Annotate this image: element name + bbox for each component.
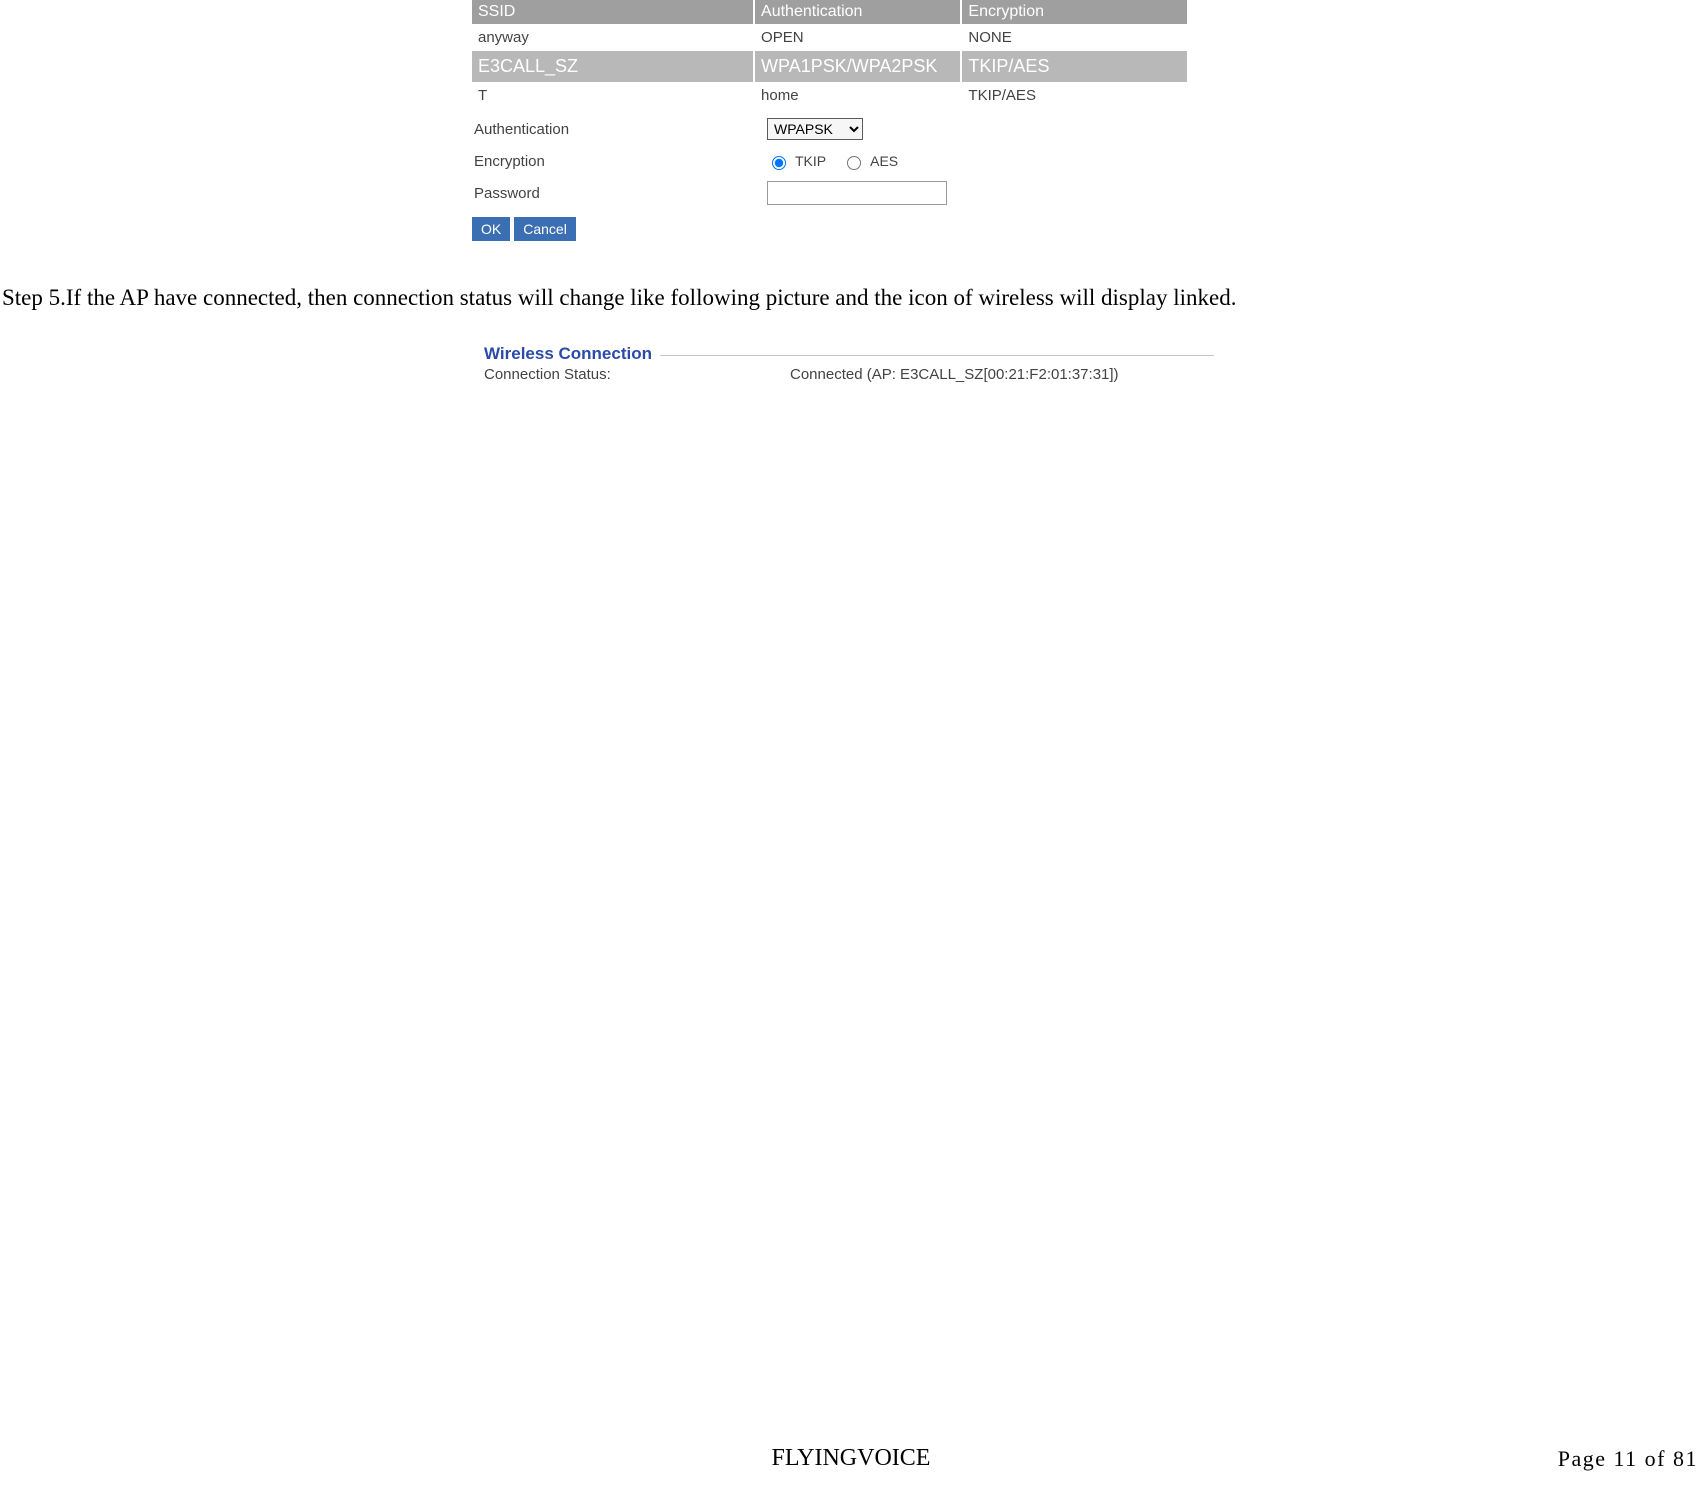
- fieldset-rule-icon: [660, 355, 1214, 356]
- password-row: Password: [472, 177, 1187, 209]
- cell-ssid: T: [472, 82, 754, 109]
- footer-page: Page 11 of 81: [1558, 1446, 1698, 1472]
- table-row[interactable]: T home TKIP/AES: [472, 82, 1187, 109]
- encryption-row: Encryption TKIP AES: [472, 145, 1187, 177]
- cell-ssid: anyway: [472, 24, 754, 51]
- footer-brand: FLYINGVOICE: [772, 1445, 931, 1472]
- cancel-button[interactable]: Cancel: [514, 217, 576, 241]
- connection-status-value: Connected (AP: E3CALL_SZ[00:21:F2:01:37:…: [790, 366, 1119, 383]
- encryption-radio-aes-label: AES: [870, 153, 898, 169]
- password-label: Password: [472, 185, 767, 202]
- ap-config-panel: SSID Authentication Encryption anyway OP…: [472, 0, 1192, 241]
- authentication-label: Authentication: [472, 121, 767, 138]
- col-header-enc: Encryption: [961, 0, 1187, 24]
- table-header-row: SSID Authentication Encryption: [472, 0, 1187, 24]
- connection-status-label: Connection Status:: [484, 366, 790, 383]
- encryption-radio-aes[interactable]: [847, 156, 861, 170]
- password-input[interactable]: [767, 181, 947, 205]
- cell-auth: home: [754, 82, 961, 109]
- cell-enc: TKIP/AES: [961, 51, 1187, 82]
- cell-enc: NONE: [961, 24, 1187, 51]
- encryption-radio-tkip-label: TKIP: [795, 153, 826, 169]
- cell-enc: TKIP/AES: [961, 82, 1187, 109]
- col-header-ssid: SSID: [472, 0, 754, 24]
- encryption-radio-tkip[interactable]: [772, 156, 786, 170]
- form-button-row: OK Cancel: [472, 217, 1187, 241]
- encryption-label: Encryption: [472, 153, 767, 170]
- ap-list-table: SSID Authentication Encryption anyway OP…: [472, 0, 1187, 109]
- step5-paragraph: Step 5.If the AP have connected, then co…: [0, 282, 1702, 313]
- cell-auth: OPEN: [754, 24, 961, 51]
- authentication-select[interactable]: WPAPSK: [767, 118, 863, 140]
- col-header-auth: Authentication: [754, 0, 961, 24]
- wireless-connection-status: Wireless Connection Connection Status: C…: [484, 344, 1214, 383]
- table-row[interactable]: E3CALL_SZ WPA1PSK/WPA2PSK TKIP/AES: [472, 51, 1187, 82]
- authentication-row: Authentication WPAPSK: [472, 113, 1187, 145]
- wireless-connection-legend: Wireless Connection: [484, 344, 652, 364]
- table-row[interactable]: anyway OPEN NONE: [472, 24, 1187, 51]
- ok-button[interactable]: OK: [472, 217, 510, 241]
- ap-settings-form: Authentication WPAPSK Encryption TKIP AE…: [472, 113, 1187, 241]
- cell-ssid: E3CALL_SZ: [472, 51, 754, 82]
- page-footer: FLYINGVOICE Page 11 of 81: [0, 1440, 1702, 1488]
- cell-auth: WPA1PSK/WPA2PSK: [754, 51, 961, 82]
